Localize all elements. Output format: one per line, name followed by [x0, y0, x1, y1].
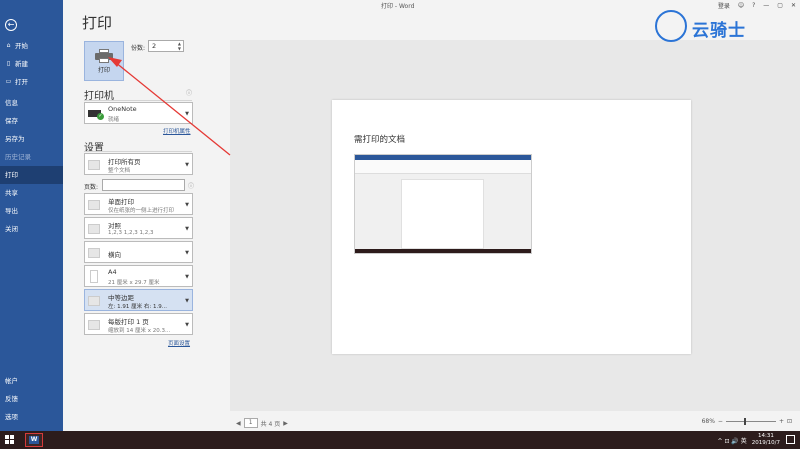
tray-icons[interactable]: ^ ⊡ 🔊 英	[718, 436, 747, 445]
chevron-down-icon: ▼	[185, 298, 189, 304]
preview-embedded-screenshot	[354, 154, 532, 254]
copies-spinner-icon[interactable]: ▲ ▼	[178, 41, 181, 51]
sidebar-item-options[interactable]: 选项	[0, 408, 63, 426]
zoom-slider[interactable]	[725, 418, 776, 425]
sidebar-item-info[interactable]: 信息	[0, 94, 63, 112]
printer-status: 就绪	[108, 117, 120, 123]
sidebar-item-new[interactable]: ▯ 新建	[0, 55, 63, 73]
chevron-down-icon: ▼	[185, 322, 189, 328]
print-button-label: 打印	[97, 66, 110, 74]
windows-start-icon[interactable]	[5, 435, 15, 445]
margins-icon	[88, 296, 100, 306]
divider	[84, 100, 192, 101]
setting-paper-size[interactable]: A4 21 厘米 x 29.7 厘米 ▼	[84, 265, 193, 287]
sidebar-item-close[interactable]: 关闭	[0, 220, 63, 238]
setting-collate[interactable]: 对照 1,2,3 1,2,3 1,2,3 ▼	[84, 217, 193, 239]
preview-document-heading: 需打印的文档	[354, 135, 406, 145]
zoom-out-icon[interactable]: −	[718, 418, 723, 425]
print-button[interactable]: 打印	[84, 41, 124, 81]
pages-label: 页数:	[84, 184, 99, 191]
sidebar-nav-bottom: 帐户 反馈 选项	[0, 372, 63, 426]
printer-name: OneNote	[108, 105, 137, 113]
one-sided-icon	[88, 200, 100, 210]
backstage-sidebar: ← ⌂ 开始 ▯ 新建 ▭ 打开 信息 保存 另存为 历史记录 打印 共享 导出 关闭…	[0, 0, 63, 431]
sidebar-item-history[interactable]: 历史记录	[0, 148, 63, 166]
close-button[interactable]: ✕	[791, 2, 796, 9]
window-title: 打印 - Word	[381, 3, 415, 10]
sidebar-nav-main: 信息 保存 另存为 历史记录 打印 共享 导出 关闭	[0, 94, 63, 238]
zoom-in-icon[interactable]: +	[779, 418, 784, 425]
current-page-input[interactable]: 1	[243, 418, 258, 428]
pages-per-sheet-icon	[88, 320, 100, 330]
sidebar-nav-top: ⌂ 开始 ▯ 新建 ▭ 打开	[0, 37, 63, 91]
home-icon: ⌂	[6, 42, 11, 49]
printer-properties-link[interactable]: 打印机属性	[163, 127, 191, 135]
chevron-down-icon: ▼	[185, 250, 189, 256]
sidebar-item-open[interactable]: ▭ 打开	[0, 73, 63, 91]
sidebar-item-share[interactable]: 共享	[0, 184, 63, 202]
collate-icon	[88, 224, 100, 234]
windows-taskbar: W ^ ⊡ 🔊 英 14:31 2019/10/7	[0, 431, 800, 449]
yunqishi-logo: 云骑士	[655, 8, 785, 48]
pages-input[interactable]	[102, 179, 185, 191]
logo-text: 云骑士	[692, 21, 746, 41]
system-tray: ^ ⊡ 🔊 英 14:31 2019/10/7	[718, 433, 780, 447]
page-title: 打印	[82, 14, 113, 32]
chevron-down-icon: ▼	[185, 274, 189, 280]
info-icon[interactable]: ⓘ	[186, 88, 192, 97]
open-folder-icon: ▭	[5, 78, 12, 85]
sidebar-item-save-as[interactable]: 另存为	[0, 130, 63, 148]
copies-label: 份数:	[131, 45, 146, 52]
page-setup-link[interactable]: 页面设置	[168, 339, 190, 347]
prev-page-icon[interactable]: ◀	[236, 420, 241, 427]
next-page-icon[interactable]: ▶	[283, 420, 288, 427]
info-icon[interactable]: ⓘ	[188, 181, 194, 190]
zoom-level: 68%	[701, 418, 715, 425]
chevron-down-icon: ▼	[185, 111, 189, 117]
back-arrow-icon[interactable]: ←	[5, 19, 17, 31]
paper-size-icon	[90, 270, 98, 283]
chevron-down-icon: ▼	[185, 162, 189, 168]
new-doc-icon: ▯	[6, 60, 11, 67]
sidebar-item-account[interactable]: 帐户	[0, 372, 63, 390]
divider	[84, 151, 192, 152]
setting-margins[interactable]: 中等边距 左: 1.91 厘米 右: 1.9... ▼	[84, 289, 193, 311]
page-navigator: ◀ 1 共 4 页 ▶	[236, 418, 288, 428]
word-app-icon[interactable]: W	[25, 433, 43, 447]
printer-dropdown[interactable]: ✓ OneNote 就绪 ▼	[84, 102, 193, 124]
sidebar-item-print[interactable]: 打印	[0, 166, 63, 184]
fit-page-icon[interactable]: ⊡	[787, 418, 792, 425]
setting-sides[interactable]: 单面打印 仅在纸张的一侧上进行打印 ▼	[84, 193, 193, 215]
landscape-icon	[88, 248, 100, 258]
notification-icon[interactable]	[786, 435, 795, 444]
sidebar-item-feedback[interactable]: 反馈	[0, 390, 63, 408]
setting-print-range[interactable]: 打印所有页 整个文档 ▼	[84, 153, 193, 175]
setting-pages-per-sheet[interactable]: 每版打印 1 页 缩放到 14 厘米 x 20.3... ▼	[84, 313, 193, 335]
setting-orientation[interactable]: 横向 ▼	[84, 241, 193, 263]
printer-icon	[95, 48, 113, 63]
zoom-thumb[interactable]	[743, 418, 746, 425]
preview-status-bar: ◀ 1 共 4 页 ▶ 68% − + ⊡	[230, 414, 800, 431]
zoom-control: 68% − + ⊡	[702, 418, 792, 425]
sidebar-item-export[interactable]: 导出	[0, 202, 63, 220]
total-pages: 共 4 页	[260, 420, 281, 428]
sidebar-item-home[interactable]: ⌂ 开始	[0, 37, 63, 55]
knight-logo-icon	[655, 10, 687, 42]
printer-ready-icon: ✓	[88, 108, 104, 120]
sidebar-item-save[interactable]: 保存	[0, 112, 63, 130]
chevron-down-icon: ▼	[185, 226, 189, 232]
copies-input[interactable]: 2 ▲ ▼	[148, 40, 184, 52]
pages-icon	[88, 160, 100, 170]
clock[interactable]: 14:31 2019/10/7	[752, 433, 780, 447]
chevron-down-icon: ▼	[185, 202, 189, 208]
